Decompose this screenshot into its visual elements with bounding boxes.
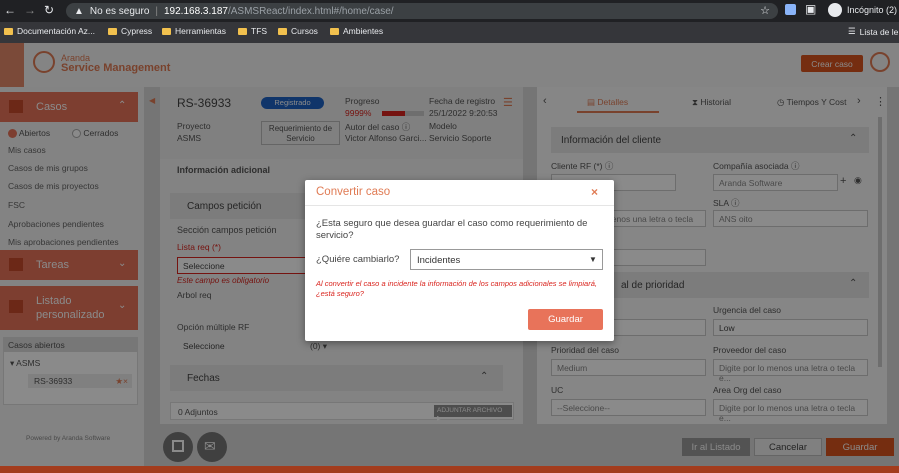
- reading-list-icon: ☰: [848, 26, 856, 36]
- address-bar[interactable]: ▲ No es seguro | 192.168.3.187/ASMSReact…: [66, 3, 778, 19]
- browser-toolbar: ← → ↻ ▲ No es seguro | 192.168.3.187/ASM…: [0, 0, 899, 22]
- puzzle-icon[interactable]: ▣: [805, 2, 816, 16]
- forward-icon[interactable]: →: [24, 3, 36, 17]
- bookmark-0[interactable]: Documentación Az...: [4, 26, 95, 36]
- folder-icon: [108, 27, 117, 35]
- url-path: /ASMSReact/index.html#/home/case/: [227, 5, 394, 17]
- close-icon[interactable]: ×: [591, 185, 598, 199]
- back-icon[interactable]: ←: [4, 3, 16, 17]
- folder-icon: [4, 27, 13, 35]
- dialog-warning: Al convertir el caso a incidente la info…: [316, 279, 597, 298]
- star-icon[interactable]: ☆: [760, 4, 770, 17]
- folder-icon: [330, 27, 339, 35]
- incognito-icon: [828, 3, 842, 17]
- reading-list[interactable]: ☰ Lista de le: [848, 26, 898, 37]
- bookmark-3[interactable]: TFS: [238, 26, 267, 36]
- bookmark-5[interactable]: Ambientes: [330, 26, 383, 36]
- extension-icon[interactable]: [785, 4, 796, 15]
- change-label: ¿Quiére cambiarlo?: [316, 254, 400, 265]
- change-type-select[interactable]: Incidentes ▼: [410, 249, 603, 270]
- not-secure-label: No es seguro: [89, 5, 150, 17]
- url-host: 192.168.3.187: [164, 5, 228, 17]
- reload-icon[interactable]: ↻: [44, 3, 54, 17]
- folder-icon: [278, 27, 287, 35]
- bookmarks-bar: Documentación Az... Cypress Herramientas…: [0, 22, 899, 43]
- dialog-header: Convertir caso ×: [305, 180, 614, 206]
- bookmark-4[interactable]: Cursos: [278, 26, 318, 36]
- bookmark-2[interactable]: Herramientas: [162, 26, 226, 36]
- dialog-title: Convertir caso: [316, 186, 391, 198]
- bookmark-1[interactable]: Cypress: [108, 26, 152, 36]
- bottom-strip: [0, 466, 899, 473]
- dialog-save-button[interactable]: Guardar: [528, 309, 603, 330]
- warning-icon: ▲: [74, 5, 84, 17]
- folder-icon: [238, 27, 247, 35]
- convert-case-dialog: Convertir caso × ¿Esta seguro que desea …: [305, 180, 614, 341]
- dialog-question: ¿Esta seguro que desea guardar el caso c…: [316, 218, 588, 241]
- dropdown-arrow-icon: ▼: [589, 255, 597, 264]
- profile-label[interactable]: Incógnito (2): [847, 5, 897, 15]
- folder-icon: [162, 27, 171, 35]
